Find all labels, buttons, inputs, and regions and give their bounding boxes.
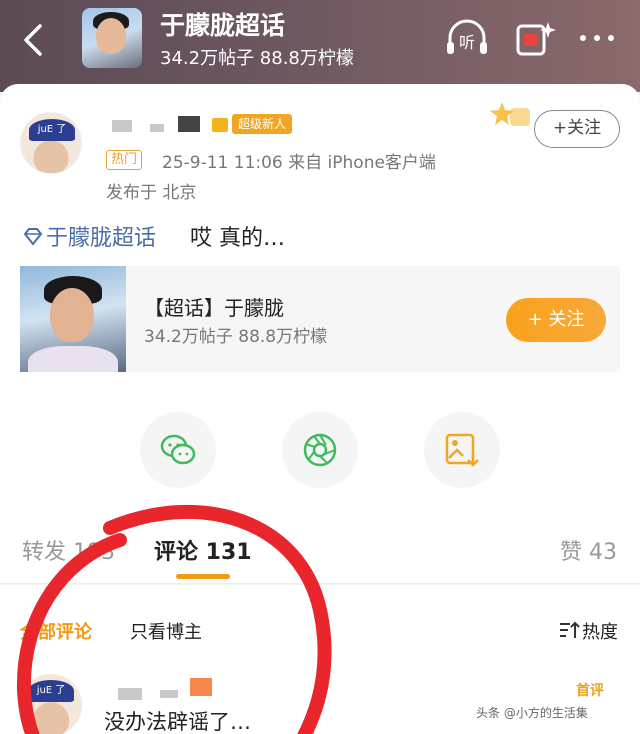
filter-all-comments[interactable]: 全部评论: [20, 618, 92, 644]
supertopic-stats: 34.2万帖子 88.8万柠檬: [160, 48, 354, 69]
save-image-icon: [445, 433, 479, 467]
avatar-cap-text: juE 了: [29, 119, 75, 141]
blurred-username: [190, 678, 212, 696]
sort-by-hot[interactable]: 热度: [582, 618, 618, 644]
blurred-username: [150, 124, 164, 132]
supertopic-card-stats: 34.2万帖子 88.8万柠檬: [144, 327, 328, 347]
share-wechat-button[interactable]: [140, 412, 216, 488]
comment-item: [0, 662, 640, 734]
blurred-username: [178, 116, 200, 132]
more-icon[interactable]: [574, 18, 620, 58]
supertopic-avatar[interactable]: [82, 8, 142, 68]
supertopic-title: 于朦胧超话: [160, 11, 286, 40]
save-image-button[interactable]: [424, 412, 500, 488]
moments-icon: [303, 433, 337, 467]
user-avatar[interactable]: juE 了: [20, 112, 82, 174]
star-icon: [490, 102, 530, 126]
hot-tag: 热门: [106, 150, 143, 170]
supertopic-card-title: 【超话】于朦胧: [144, 296, 284, 320]
active-tab-indicator: [176, 574, 230, 579]
blurred-username: [160, 690, 178, 698]
supertopic-image: [20, 266, 126, 372]
tab-repost[interactable]: 转发 193: [22, 534, 115, 566]
red-packet-icon[interactable]: [512, 18, 558, 58]
comment-text: 没办法辟谣了…: [104, 710, 251, 734]
filter-only-author[interactable]: 只看博主: [130, 618, 202, 644]
sort-icon: [560, 621, 580, 638]
avatar-cap-text: juE 了: [28, 680, 74, 702]
wechat-icon: [160, 434, 196, 465]
post-text: 哎 真的…: [190, 226, 285, 251]
blurred-username: [112, 120, 132, 132]
listen-label: 听: [459, 33, 475, 52]
commenter-avatar[interactable]: juE 了: [20, 674, 82, 734]
supertopic-link[interactable]: 于朦胧超话: [46, 220, 156, 252]
supertopic-card[interactable]: 【超话】于朦胧 34.2万帖子 88.8万柠檬 + 关注: [20, 266, 620, 372]
vip-icon: [212, 118, 228, 132]
listen-icon[interactable]: 听: [444, 18, 490, 58]
diamond-icon: [23, 228, 43, 246]
post-meta: 25-9-11 11:06 来自 iPhone客户端: [162, 153, 436, 173]
follow-user-button[interactable]: +关注: [534, 110, 620, 148]
first-comment-badge: 首评: [576, 683, 604, 699]
super-newbie-badge: 超级新人: [232, 114, 293, 134]
tab-like[interactable]: 赞 43: [560, 534, 617, 566]
watermark: 头条 @小方的生活集: [476, 706, 588, 720]
back-arrow-icon[interactable]: [18, 22, 48, 58]
post-location: 发布于 北京: [106, 183, 197, 203]
tab-comment[interactable]: 评论 131: [154, 534, 252, 566]
blurred-username: [118, 688, 142, 700]
share-moments-button[interactable]: [282, 412, 358, 488]
follow-supertopic-button[interactable]: + 关注: [506, 298, 606, 342]
